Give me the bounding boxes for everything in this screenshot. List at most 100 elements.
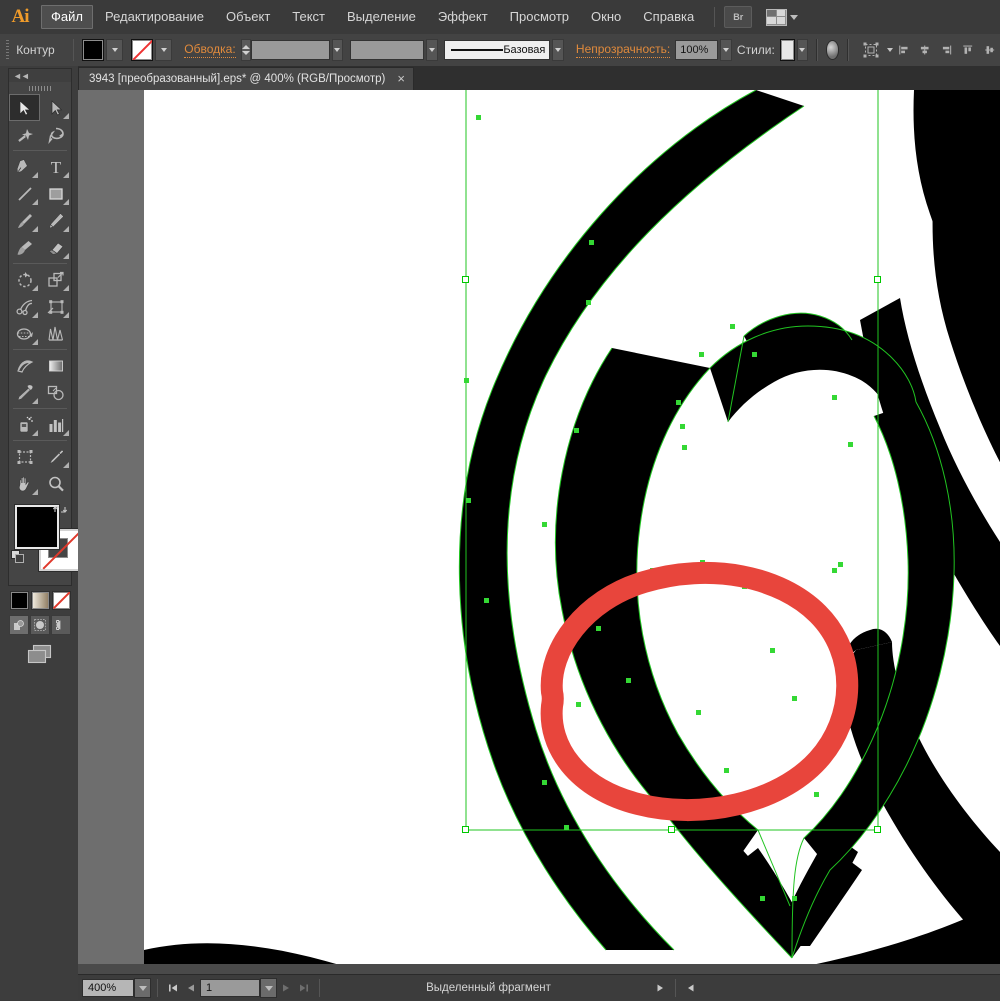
bbox-handle-bottom-left[interactable] — [462, 826, 469, 833]
artboard[interactable] — [144, 90, 1000, 974]
change-screen-mode-button[interactable] — [25, 643, 55, 668]
stepper-up-icon[interactable] — [241, 45, 250, 49]
vector-artwork[interactable] — [144, 90, 1000, 974]
stroke-swatch-none[interactable] — [131, 39, 154, 61]
draw-normal-mode-button[interactable] — [9, 615, 29, 635]
stroke-weight-stepper[interactable] — [240, 39, 251, 61]
stroke-profile-input[interactable] — [349, 40, 425, 60]
pencil-tool[interactable] — [40, 207, 71, 234]
align-left-icon[interactable] — [898, 41, 909, 59]
gradient-swatch-button[interactable] — [30, 591, 50, 610]
align-right-icon[interactable] — [941, 41, 952, 59]
last-artboard-button[interactable] — [295, 979, 313, 997]
draw-behind-mode-button[interactable] — [30, 615, 50, 635]
paintbrush-tool[interactable] — [9, 207, 40, 234]
eyedropper-tool[interactable] — [9, 379, 40, 406]
menu-item-object[interactable]: Объект — [216, 5, 280, 29]
default-fill-stroke-icon[interactable] — [11, 550, 25, 564]
pen-tool[interactable] — [9, 153, 40, 180]
swap-fill-stroke-icon[interactable] — [52, 503, 68, 519]
workspace-switcher-button[interactable] — [766, 8, 799, 26]
artboard-number-input[interactable]: 1 — [200, 979, 260, 997]
zoom-level-dropdown[interactable] — [134, 978, 151, 998]
stroke-weight-dropdown[interactable] — [331, 39, 344, 61]
collapse-panel-icon[interactable]: ◄◄ — [13, 71, 30, 81]
previous-artboard-button[interactable] — [182, 979, 200, 997]
menu-item-help[interactable]: Справка — [633, 5, 704, 29]
color-swatch-button[interactable] — [9, 591, 29, 610]
lasso-tool[interactable] — [40, 121, 71, 148]
stepper-down-icon[interactable] — [241, 51, 250, 55]
hand-tool[interactable] — [9, 470, 40, 497]
type-tool[interactable]: T — [40, 153, 71, 180]
horizontal-scrollbar[interactable] — [78, 964, 1000, 974]
menu-item-select[interactable]: Выделение — [337, 5, 426, 29]
fill-color-control[interactable] — [82, 39, 124, 61]
fill-swatch[interactable] — [82, 39, 105, 61]
column-graph-tool[interactable] — [40, 411, 71, 438]
stroke-style-dropdown[interactable] — [552, 39, 564, 61]
perspective-grid-tool[interactable] — [9, 320, 40, 347]
magic-wand-tool[interactable] — [9, 121, 40, 148]
width-tool[interactable] — [9, 293, 40, 320]
menu-item-edit[interactable]: Редактирование — [95, 5, 214, 29]
align-middle-vertical-icon[interactable] — [984, 41, 995, 59]
transform-button[interactable] — [857, 41, 893, 59]
stroke-color-control[interactable] — [131, 39, 173, 61]
stroke-weight-input[interactable] — [250, 40, 330, 60]
mesh-tool[interactable] — [40, 320, 71, 347]
line-segment-tool[interactable] — [9, 180, 40, 207]
menu-item-window[interactable]: Окно — [581, 5, 631, 29]
tools-panel-grip[interactable] — [9, 82, 71, 94]
opacity-input[interactable]: 100% — [675, 40, 719, 60]
none-swatch-button[interactable] — [51, 591, 71, 610]
stroke-dropdown-button[interactable] — [155, 39, 173, 61]
scale-tool[interactable] — [40, 266, 71, 293]
symbol-sprayer-tool[interactable] — [9, 411, 40, 438]
selection-tool[interactable] — [9, 94, 40, 121]
stroke-profile-dropdown[interactable] — [426, 39, 438, 61]
tools-panel-header[interactable]: ◄◄ — [9, 69, 71, 82]
shape-builder-tool[interactable] — [40, 293, 71, 320]
stroke-weight-label[interactable]: Обводка: — [184, 42, 236, 58]
menu-item-file[interactable]: Файл — [41, 5, 93, 29]
eraser-tool[interactable] — [40, 234, 71, 261]
recolor-artwork-icon[interactable] — [825, 40, 840, 60]
align-center-horizontal-icon[interactable] — [919, 41, 930, 59]
blob-brush-tool[interactable] — [9, 234, 40, 261]
rectangle-tool[interactable] — [40, 180, 71, 207]
direct-selection-tool[interactable] — [40, 94, 71, 121]
blend-tool[interactable] — [9, 352, 40, 379]
draw-inside-mode-button[interactable] — [51, 615, 71, 635]
fill-dropdown-button[interactable] — [106, 39, 124, 61]
canvas-area[interactable] — [78, 90, 1000, 974]
scroll-left-button[interactable] — [682, 979, 700, 997]
document-tab[interactable]: 3943 [преобразованный].eps* @ 400% (RGB/… — [78, 67, 414, 90]
menu-item-type[interactable]: Текст — [282, 5, 335, 29]
status-expand-button[interactable] — [651, 979, 669, 997]
zoom-tool[interactable] — [40, 470, 71, 497]
bbox-handle-bottom-right[interactable] — [874, 826, 881, 833]
menu-item-view[interactable]: Просмотр — [500, 5, 579, 29]
opacity-dropdown[interactable] — [720, 39, 732, 61]
zoom-level-input[interactable]: 400% — [82, 979, 134, 997]
align-top-icon[interactable] — [962, 41, 973, 59]
next-artboard-button[interactable] — [277, 979, 295, 997]
gradient-tool[interactable] — [40, 352, 71, 379]
bbox-handle-right-middle[interactable] — [874, 276, 881, 283]
measure-tool[interactable] — [40, 379, 71, 406]
bridge-button[interactable]: Br — [724, 6, 753, 28]
menu-item-effect[interactable]: Эффект — [428, 5, 498, 29]
slice-tool[interactable] — [40, 443, 71, 470]
artboard-number-dropdown[interactable] — [260, 978, 277, 998]
bbox-handle-bottom-center[interactable] — [668, 826, 675, 833]
graphic-style-dropdown[interactable] — [796, 39, 809, 61]
bbox-handle-left-middle[interactable] — [462, 276, 469, 283]
rotate-tool[interactable] — [9, 266, 40, 293]
close-icon[interactable]: × — [397, 72, 405, 85]
options-bar-grip[interactable] — [6, 40, 10, 60]
artboard-tool[interactable] — [9, 443, 40, 470]
first-artboard-button[interactable] — [164, 979, 182, 997]
opacity-label[interactable]: Непрозрачность: — [575, 42, 671, 58]
graphic-style-swatch[interactable] — [779, 39, 795, 61]
